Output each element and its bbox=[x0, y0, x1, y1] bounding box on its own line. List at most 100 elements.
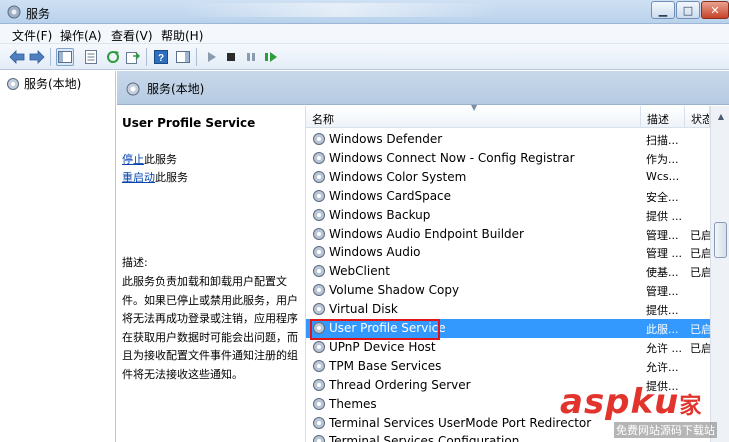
show-hide-console-tree-button[interactable] bbox=[56, 48, 74, 66]
description-label: 描述: bbox=[122, 256, 148, 269]
minimize-button[interactable]: ▁ bbox=[651, 1, 675, 19]
watermark-logo: aspku家 bbox=[560, 382, 702, 422]
column-header-status[interactable]: 状态 bbox=[685, 106, 710, 128]
service-name-cell: Windows Connect Now - Config Registrar bbox=[329, 150, 575, 165]
restart-icon bbox=[265, 52, 277, 62]
service-name-cell: Windows Defender bbox=[329, 132, 443, 146]
service-gear-icon bbox=[312, 416, 326, 430]
start-service-button[interactable] bbox=[202, 48, 220, 66]
restart-service-button[interactable] bbox=[262, 48, 280, 66]
pause-icon bbox=[247, 53, 255, 61]
service-gear-icon bbox=[312, 245, 326, 259]
service-row[interactable]: Windows Connect Now - Config Registrar 作为… bbox=[306, 149, 710, 168]
tree-node-services-local[interactable]: 服务(本地) bbox=[6, 75, 81, 92]
service-row[interactable]: Volume Shadow Copy 管理... bbox=[306, 281, 710, 300]
refresh-button[interactable] bbox=[104, 48, 122, 66]
service-gear-icon bbox=[312, 208, 326, 222]
export-list-button[interactable] bbox=[124, 48, 142, 66]
site-watermark: aspku家 免费网站源码下载站 bbox=[560, 382, 729, 442]
service-row[interactable]: Virtual Disk 提供... bbox=[306, 300, 710, 319]
menu-view[interactable]: 查看(V) bbox=[111, 27, 153, 44]
service-description-cell: 提供... bbox=[646, 304, 679, 318]
title-bar: 服务 ▁ □ ✕ bbox=[0, 0, 729, 24]
service-name-cell: Windows Audio bbox=[329, 245, 421, 260]
sort-caret-icon: ▼ bbox=[471, 103, 478, 112]
stop-suffix: 此服务 bbox=[144, 153, 177, 166]
service-name-cell: UPnP Device Host bbox=[329, 339, 436, 354]
scroll-up-icon[interactable]: ▲ bbox=[713, 108, 729, 124]
close-button[interactable]: ✕ bbox=[701, 1, 729, 19]
service-row[interactable]: Windows Color System Wcs... bbox=[306, 168, 710, 187]
service-row[interactable]: Windows Audio 管理 ... 已启 bbox=[306, 243, 710, 262]
service-description-cell: 管理 ... bbox=[646, 247, 682, 261]
play-icon bbox=[208, 52, 216, 62]
toolbar: ? bbox=[0, 44, 729, 70]
service-status-cell: 已启 bbox=[690, 341, 710, 355]
service-row[interactable]: Windows Backup 提供 ... bbox=[306, 206, 710, 225]
menu-file[interactable]: 文件(F) bbox=[12, 27, 52, 44]
help-button[interactable]: ? bbox=[152, 48, 170, 66]
service-description-cell: 使基... bbox=[646, 266, 679, 280]
service-row[interactable]: Windows Defender 扫描... bbox=[306, 130, 710, 149]
service-row[interactable]: WebClient 使基... 已启 bbox=[306, 262, 710, 281]
maximize-button[interactable]: □ bbox=[676, 1, 700, 19]
service-gear-icon bbox=[312, 170, 326, 184]
service-details: User Profile Service 停止此服务 重启动此服务 描述: 此服… bbox=[117, 106, 305, 442]
toolbar-separator bbox=[50, 48, 51, 66]
service-name-cell: Themes bbox=[329, 396, 377, 411]
service-status-cell: 已启 bbox=[690, 247, 710, 261]
column-header-description[interactable]: 描述 bbox=[641, 106, 685, 128]
service-gear-icon bbox=[312, 359, 326, 373]
minimize-icon: ▁ bbox=[658, 3, 668, 17]
services-gear-icon bbox=[7, 77, 19, 90]
back-button[interactable] bbox=[8, 48, 26, 66]
properties-button[interactable] bbox=[82, 48, 100, 66]
pause-service-button[interactable] bbox=[242, 48, 260, 66]
scroll-thumb[interactable] bbox=[714, 222, 727, 258]
restart-suffix: 此服务 bbox=[155, 171, 188, 184]
service-name-cell: Windows Color System bbox=[329, 169, 467, 184]
stop-service-link[interactable]: 停止 bbox=[122, 153, 144, 166]
menu-action[interactable]: 操作(A) bbox=[60, 27, 102, 44]
service-name-cell: Terminal Services Configuration bbox=[329, 434, 520, 442]
title-blur bbox=[180, 3, 500, 17]
service-row[interactable]: UPnP Device Host 允许 ... 已启 bbox=[306, 338, 710, 357]
service-status-cell: 已启 bbox=[690, 266, 710, 280]
service-gear-icon bbox=[312, 227, 326, 241]
show-action-pane-button[interactable] bbox=[174, 48, 192, 66]
restart-service-link[interactable]: 重启动 bbox=[122, 171, 155, 184]
services-gear-icon bbox=[7, 5, 21, 19]
menu-bar: 文件(F) 操作(A) 查看(V) 帮助(H) bbox=[0, 24, 729, 44]
column-header-status-label: 状态 bbox=[691, 113, 709, 126]
properties-icon bbox=[85, 50, 97, 64]
highlight-annotation-box bbox=[310, 319, 440, 340]
forward-arrow-icon bbox=[29, 50, 45, 64]
service-gear-icon bbox=[312, 151, 326, 165]
action-pane-icon bbox=[176, 51, 190, 63]
service-gear-icon bbox=[312, 434, 326, 442]
stop-service-button[interactable] bbox=[222, 48, 240, 66]
service-description-cell: 管理... bbox=[646, 285, 679, 299]
service-gear-icon bbox=[312, 340, 326, 354]
service-name-cell: Windows Audio Endpoint Builder bbox=[329, 226, 524, 241]
forward-button[interactable] bbox=[28, 48, 46, 66]
column-header-name[interactable]: ▼ 名称 bbox=[306, 103, 641, 128]
service-status-cell: 已启 bbox=[690, 228, 710, 242]
column-header-name-label: 名称 bbox=[312, 113, 334, 126]
service-gear-icon bbox=[312, 397, 326, 411]
service-gear-icon bbox=[312, 378, 326, 392]
pane-title: 服务(本地) bbox=[147, 82, 205, 96]
service-gear-icon bbox=[312, 132, 326, 146]
watermark-brand: asp bbox=[560, 382, 631, 422]
service-name-cell: Windows CardSpace bbox=[329, 188, 452, 203]
menu-help[interactable]: 帮助(H) bbox=[161, 27, 203, 44]
watermark-brand-ku: ku bbox=[630, 382, 680, 422]
stop-action: 停止此服务 bbox=[122, 151, 177, 167]
service-row[interactable]: User Profile Service 此服... 已启 bbox=[306, 319, 710, 340]
service-name: User Profile Service bbox=[122, 116, 256, 130]
service-row[interactable]: Windows Audio Endpoint Builder 管理... 已启 bbox=[306, 225, 710, 244]
refresh-icon bbox=[107, 51, 119, 63]
service-row[interactable]: TPM Base Services 允许... bbox=[306, 357, 710, 376]
service-row[interactable]: Windows CardSpace 安全... bbox=[306, 187, 710, 206]
service-name-cell: Volume Shadow Copy bbox=[329, 283, 460, 298]
